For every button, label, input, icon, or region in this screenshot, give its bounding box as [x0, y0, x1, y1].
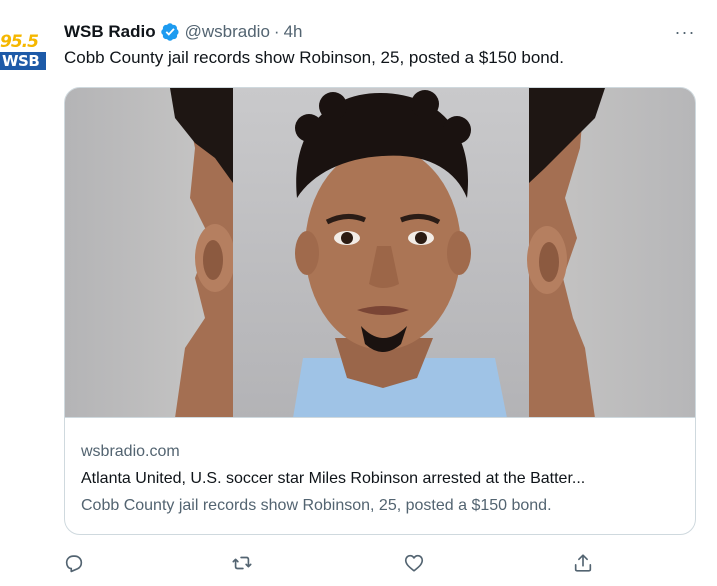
like-button[interactable]	[403, 552, 427, 576]
avatar-frequency: 95.5	[0, 32, 39, 52]
action-bar	[0, 548, 717, 580]
separator-dot: ·	[273, 22, 280, 41]
verified-badge-icon	[160, 22, 180, 42]
card-domain[interactable]: wsbradio.com	[81, 443, 180, 461]
link-card[interactable]: wsbradio.com Atlanta United, U.S. soccer…	[64, 87, 696, 535]
retweet-icon	[232, 556, 252, 570]
reply-icon	[65, 555, 83, 573]
more-options-icon[interactable]: ···	[672, 20, 698, 44]
card-title[interactable]: Atlanta United, U.S. soccer star Miles R…	[81, 470, 585, 488]
avatar-call-letters: WSB	[0, 52, 46, 70]
reply-button[interactable]	[63, 552, 87, 576]
share-icon	[574, 554, 592, 572]
avatar[interactable]: 95.5 WSB	[0, 30, 46, 74]
card-image[interactable]	[65, 88, 695, 418]
heart-icon	[404, 554, 424, 572]
handle[interactable]: @wsbradio	[185, 22, 270, 42]
display-name[interactable]: WSB Radio	[64, 22, 156, 42]
tweet-text: Cobb County jail records show Robinson, …	[64, 48, 564, 67]
tweet[interactable]: 95.5 WSB WSB Radio @wsbradio · 4h ··· Co…	[0, 0, 717, 586]
timestamp[interactable]: 4h	[284, 22, 303, 42]
retweet-button[interactable]	[231, 552, 255, 576]
tweet-header: WSB Radio @wsbradio · 4h	[64, 21, 303, 43]
card-description[interactable]: Cobb County jail records show Robinson, …	[81, 497, 552, 515]
share-button[interactable]	[572, 552, 596, 576]
